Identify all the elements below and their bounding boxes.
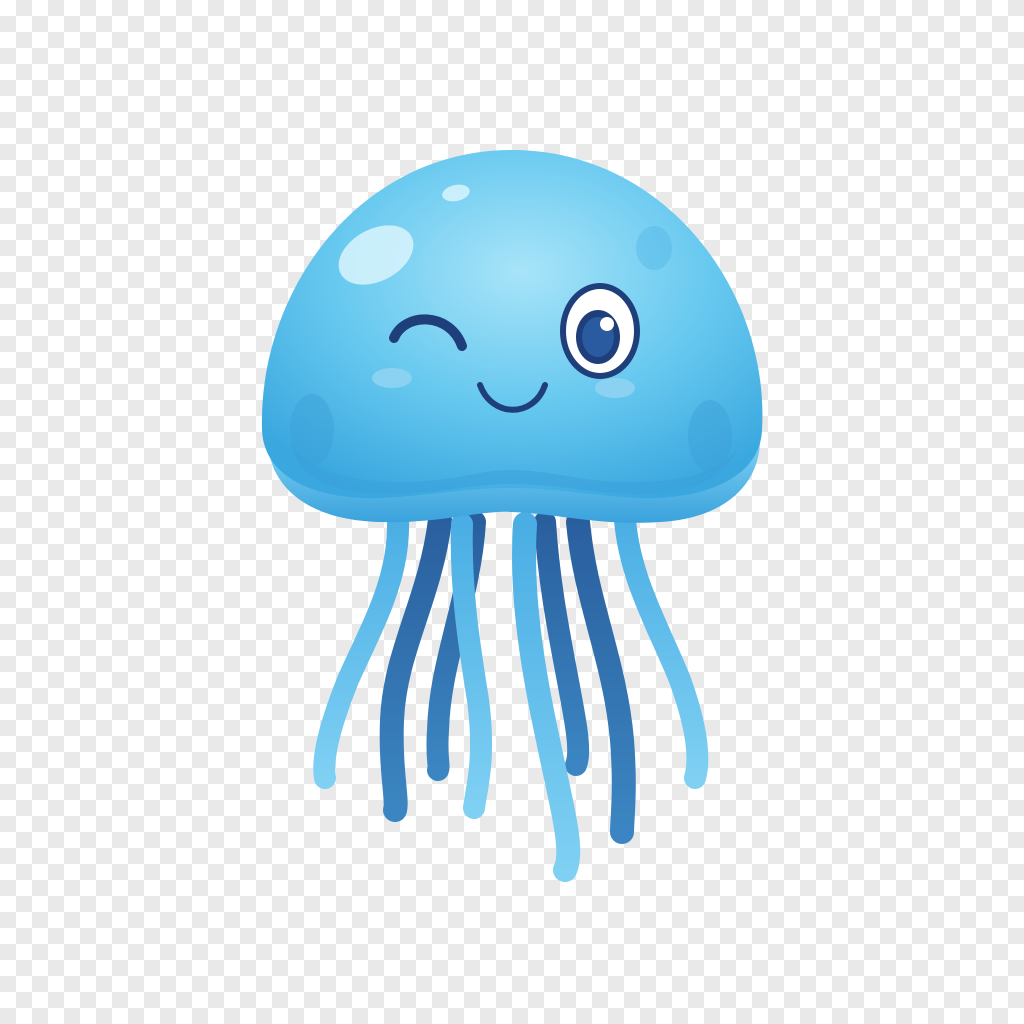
back-tentacles	[379, 508, 636, 844]
front-tentacles	[313, 509, 709, 882]
blush-left	[372, 368, 412, 388]
jellyfish-illustration	[261, 150, 763, 882]
open-eye	[560, 283, 640, 379]
jellyfish-bell	[261, 150, 763, 499]
tentacle	[566, 510, 636, 844]
bell-side-shadow-right	[688, 400, 732, 472]
blush-right	[595, 378, 635, 398]
tentacle	[614, 509, 709, 789]
bell-side-shadow-left	[290, 394, 334, 466]
transparency-checkerboard-background	[0, 0, 1024, 1024]
bell-highlight-right	[636, 226, 672, 270]
